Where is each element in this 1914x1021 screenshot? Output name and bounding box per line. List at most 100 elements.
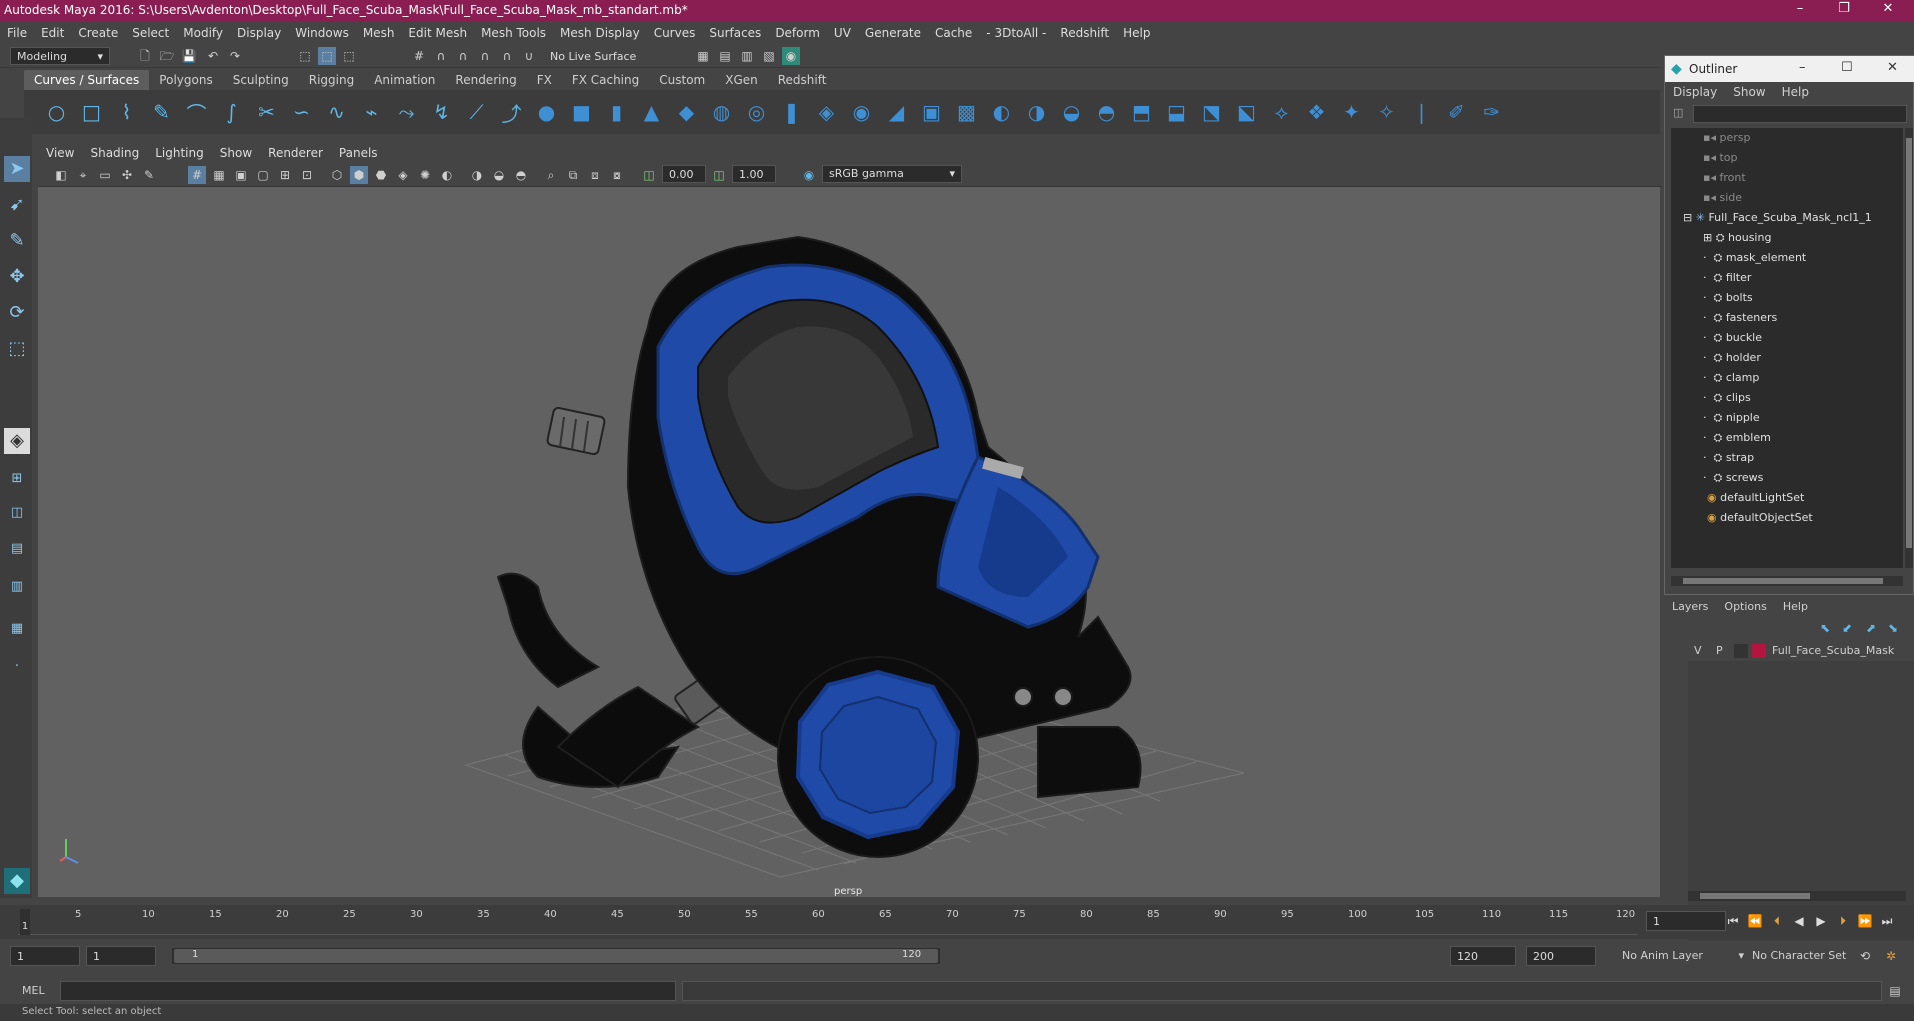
tree-item-child[interactable]: · ⛭ screws xyxy=(1703,468,1763,488)
open-scene-icon[interactable]: 🗁 xyxy=(158,47,176,65)
sculpt-surface-icon[interactable]: ❘ xyxy=(1407,98,1436,127)
shadows-icon[interactable]: ◐ xyxy=(438,166,456,184)
tree-item-set[interactable]: ◉ defaultObjectSet xyxy=(1707,508,1813,528)
time-slider[interactable]: 1 5 10 15 20 25 30 35 40 45 50 55 60 65 … xyxy=(0,905,1914,939)
tree-item-child[interactable]: · ⛭ emblem xyxy=(1703,428,1771,448)
layer-name[interactable]: Full_Face_Scuba_Mask xyxy=(1772,644,1894,657)
viewport-menu-renderer[interactable]: Renderer xyxy=(260,146,331,160)
menu-display[interactable]: Display xyxy=(230,26,288,40)
outliner-tree[interactable]: ▪◂ persp ▪◂ top ▪◂ front ▪◂ side ⊟ ✳ Ful… xyxy=(1671,128,1903,568)
xray-components-icon[interactable]: ⧇ xyxy=(608,166,626,184)
render-view-icon[interactable]: ▧ xyxy=(760,47,778,65)
tab-rendering[interactable]: Rendering xyxy=(445,70,526,90)
gate-mask-icon[interactable]: ▢ xyxy=(254,166,272,184)
step-back-frame-icon[interactable]: ⏴ xyxy=(1768,912,1786,930)
tab-xgen[interactable]: XGen xyxy=(715,70,768,90)
outliner-layout-icon[interactable]: ▤ xyxy=(4,536,30,562)
tab-rigging[interactable]: Rigging xyxy=(299,70,364,90)
wireframe-on-shaded-icon[interactable]: ⬣ xyxy=(372,166,390,184)
isolate-select-icon[interactable]: ⌕ xyxy=(542,166,560,184)
ambient-occlusion-icon[interactable]: ◑ xyxy=(468,166,486,184)
outliner-search-input[interactable] xyxy=(1693,105,1907,123)
bevel-icon[interactable]: ◐ xyxy=(987,98,1016,127)
maximize-button[interactable]: ❐ xyxy=(1824,1,1864,20)
tree-item-camera[interactable]: ▪◂ persp xyxy=(1703,128,1750,148)
rotate-tool-icon[interactable]: ⟳ xyxy=(4,300,30,326)
tree-item-camera[interactable]: ▪◂ front xyxy=(1703,168,1746,188)
snap-curve-icon[interactable]: ∩ xyxy=(432,47,450,65)
range-slider-bar[interactable]: 1 120 xyxy=(174,949,938,963)
tree-item-child[interactable]: · ⛭ fasteners xyxy=(1703,308,1777,328)
move-tool-icon[interactable]: ✥ xyxy=(4,264,30,290)
two-view-layout-icon[interactable]: ◫ xyxy=(4,500,30,526)
revolve-icon[interactable]: ◎ xyxy=(742,98,771,127)
tab-custom[interactable]: Custom xyxy=(649,70,715,90)
menu-select[interactable]: Select xyxy=(125,26,176,40)
curve-reverse-icon[interactable]: ↯ xyxy=(427,98,456,127)
current-time-marker[interactable]: 1 xyxy=(20,909,30,935)
menu-generate[interactable]: Generate xyxy=(858,26,928,40)
minimize-button[interactable]: – xyxy=(1780,1,1820,20)
script-editor-icon[interactable]: ▤ xyxy=(1886,982,1904,1000)
nurbs-cube-icon[interactable]: ■ xyxy=(567,98,596,127)
layer-scrollbar[interactable] xyxy=(1688,891,1906,901)
ipr-render-icon[interactable]: ▥ xyxy=(738,47,756,65)
nurbs-sphere-icon[interactable]: ● xyxy=(532,98,561,127)
nurbs-circle-icon[interactable]: ○ xyxy=(42,98,71,127)
menu-mesh-display[interactable]: Mesh Display xyxy=(553,26,647,40)
filter-icon[interactable]: ◫ xyxy=(1673,106,1683,119)
select-component-icon[interactable]: ⬚ xyxy=(340,47,358,65)
scrollbar-thumb[interactable] xyxy=(1683,578,1883,584)
motion-blur-icon[interactable]: ◒ xyxy=(490,166,508,184)
perspective-viewport[interactable]: persp xyxy=(38,187,1660,897)
layer-playback-toggle[interactable]: P xyxy=(1716,644,1723,657)
nurbs-cylinder-icon[interactable]: ▮ xyxy=(602,98,631,127)
image-plane-icon[interactable]: ▭ xyxy=(96,166,114,184)
animation-start-field[interactable]: 1 xyxy=(10,946,80,966)
script-language-label[interactable]: MEL xyxy=(22,984,45,997)
anti-aliasing-icon[interactable]: ◓ xyxy=(512,166,530,184)
tree-item-child[interactable]: · ⛭ clips xyxy=(1703,388,1751,408)
menu-windows[interactable]: Windows xyxy=(288,26,356,40)
grid-toggle-icon[interactable]: # xyxy=(188,166,206,184)
graph-editor-layout-icon[interactable]: ▥ xyxy=(4,574,30,600)
camera-attributes-icon[interactable]: ◧ xyxy=(52,166,70,184)
playback-end-field[interactable]: 120 xyxy=(1450,946,1516,966)
menu-3dtoall[interactable]: - 3DtoAll - xyxy=(979,26,1053,40)
extrude-icon[interactable]: ◉ xyxy=(847,98,876,127)
command-input[interactable] xyxy=(60,981,676,1001)
layer-color-swatch[interactable] xyxy=(1752,644,1766,658)
curve-extend-icon[interactable]: ⟋ xyxy=(462,98,491,127)
outliner-horizontal-scrollbar[interactable] xyxy=(1671,576,1903,586)
curve-attach-icon[interactable]: ∽ xyxy=(287,98,316,127)
intersect-icon[interactable]: ◑ xyxy=(1022,98,1051,127)
curve-detach-icon[interactable]: ∿ xyxy=(322,98,351,127)
tree-item-child[interactable]: · ⛭ bolts xyxy=(1703,288,1753,308)
tree-item-child[interactable]: · ⛭ holder xyxy=(1703,348,1761,368)
lasso-tool-icon[interactable]: ➹ xyxy=(4,192,30,218)
menu-mesh-tools[interactable]: Mesh Tools xyxy=(474,26,553,40)
go-to-start-icon[interactable]: ⏮ xyxy=(1724,912,1742,930)
go-to-end-icon[interactable]: ⏭ xyxy=(1878,912,1896,930)
viewport-menu-view[interactable]: View xyxy=(38,146,82,160)
tree-item-root[interactable]: ⊟ ✳ Full_Face_Scuba_Mask_ncl1_1 xyxy=(1683,208,1872,228)
layer-visibility-toggle[interactable]: V xyxy=(1694,644,1702,657)
hypershade-layout-icon[interactable]: ▦ xyxy=(4,616,30,642)
birail-icon[interactable]: ◢ xyxy=(882,98,911,127)
step-forward-frame-icon[interactable]: ⏵ xyxy=(1834,912,1852,930)
render-frame-icon[interactable]: ▤ xyxy=(716,47,734,65)
viewport-menu-lighting[interactable]: Lighting xyxy=(147,146,212,160)
menu-edit[interactable]: Edit xyxy=(34,26,71,40)
nurbs-cone-icon[interactable]: ▲ xyxy=(637,98,666,127)
play-backwards-icon[interactable]: ◀ xyxy=(1790,912,1808,930)
redo-icon[interactable]: ↷ xyxy=(226,47,244,65)
tab-curves-surfaces[interactable]: Curves / Surfaces xyxy=(24,70,150,90)
wireframe-icon[interactable]: ⬡ xyxy=(328,166,346,184)
live-surface-label[interactable]: No Live Surface xyxy=(550,50,636,63)
loft-icon[interactable]: ❚ xyxy=(777,98,806,127)
square-surface-icon[interactable]: ▩ xyxy=(952,98,981,127)
layer-reference-toggle[interactable] xyxy=(1734,644,1748,658)
curve-offset-icon[interactable]: ⤴ xyxy=(497,98,526,127)
tab-redshift[interactable]: Redshift xyxy=(768,70,837,90)
select-tool-icon[interactable]: ➤ xyxy=(4,156,30,182)
